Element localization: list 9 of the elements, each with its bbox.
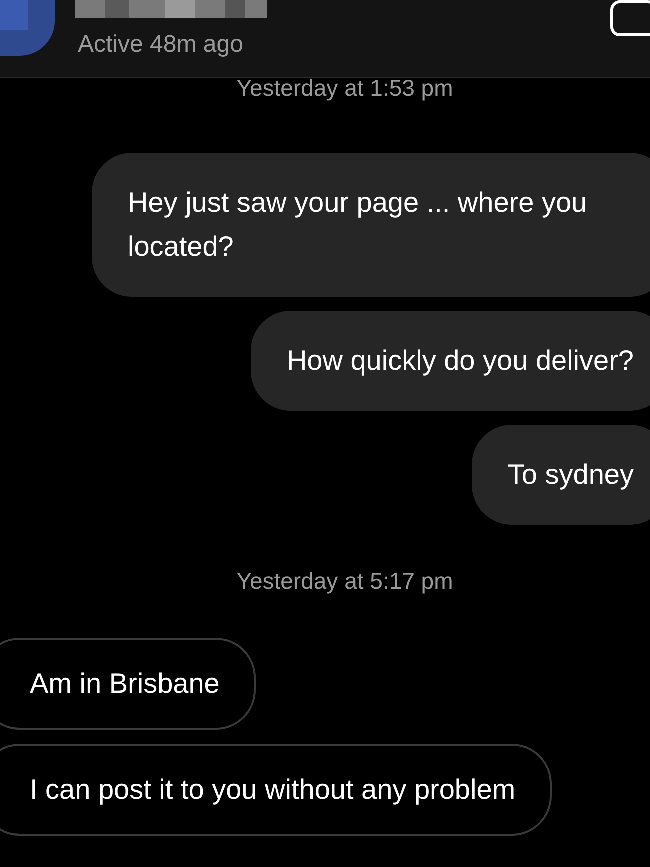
received-message-bubble: Am in Brisbane	[0, 638, 256, 730]
sent-message-bubble: To sydney	[472, 424, 650, 525]
received-message-bubble: I can post it to you without any problem	[0, 744, 552, 836]
active-status: Active 48m ago	[78, 30, 244, 60]
sent-message-bubble: How quickly do you deliver?	[250, 310, 650, 411]
timestamp: Yesterday at 1:53 pm	[236, 74, 454, 103]
sent-message-bubble: Hey just saw your page ... where you located?	[92, 152, 650, 297]
avatar-icon[interactable]	[0, 0, 55, 56]
timestamp: Yesterday at 5:17 pm	[236, 566, 454, 596]
